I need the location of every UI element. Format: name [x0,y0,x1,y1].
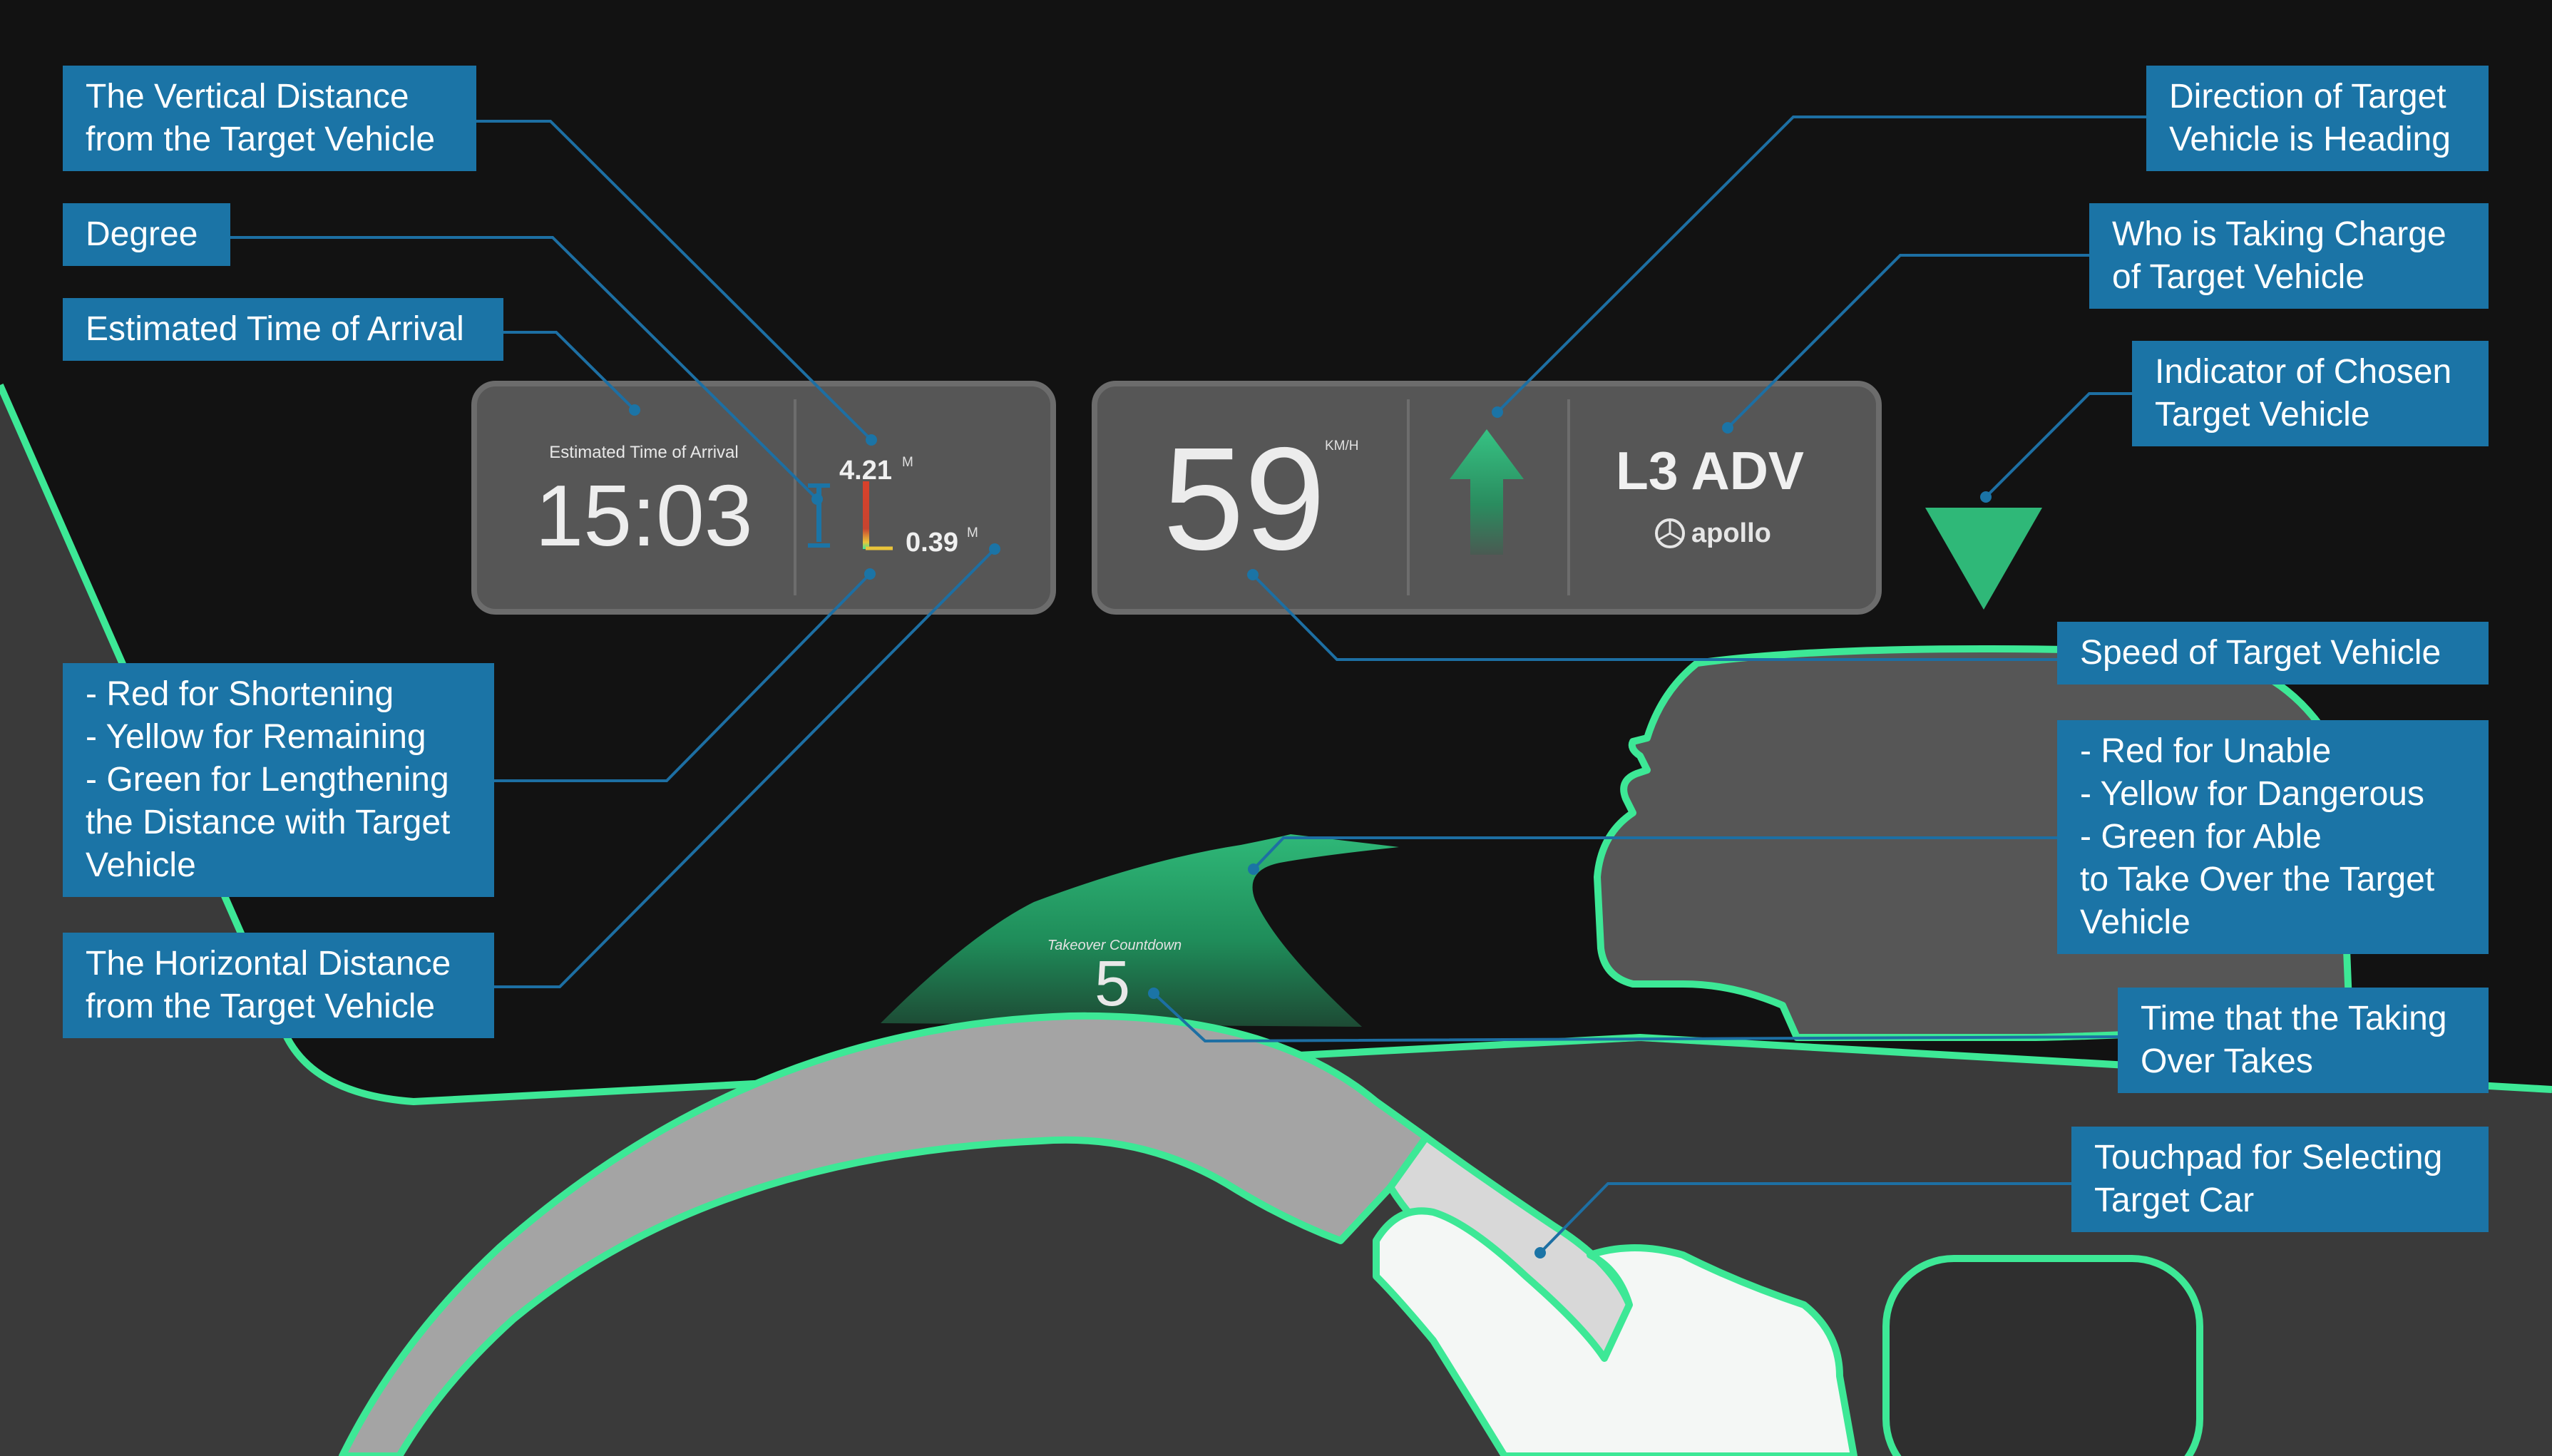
degree-bar [816,485,821,542]
label-vertical-distance: The Vertical Distance from the Target Ve… [63,66,476,171]
label-who-in-charge: Who is Taking Charge of Target Vehicle [2089,203,2489,309]
label-takeover-time: Time that the Taking Over Takes [2118,988,2489,1093]
speed-unit: KM/H [1325,439,1359,453]
label-takeover-colors: - Red for Unable - Yellow for Dangerous … [2057,720,2489,954]
vertical-distance-value: 4.21 [839,456,892,486]
dot-horizontal-distance [989,543,1000,555]
label-direction: Direction of Target Vehicle is Heading [2146,66,2489,171]
autonomy-level: L3 ADV [1616,441,1804,501]
dot-takeover-time [1148,988,1159,999]
distance-color-bar [863,481,869,549]
leader-indicator [1984,392,2132,498]
takeover-count: 5 [1095,948,1130,1020]
leader-direction [1496,116,2146,414]
label-speed: Speed of Target Vehicle [2057,622,2489,685]
vertical-distance-unit: M [902,455,913,470]
dot-direction [1492,406,1503,418]
dot-indicator [1980,491,1992,503]
takeover-road [881,834,1399,1027]
dot-degree [811,493,823,505]
label-eta: Estimated Time of Arrival [63,298,503,361]
dot-takeover-colors [1248,863,1259,875]
leader-horizontal-distance [493,548,996,988]
apollo-logo: apollo [1691,518,1771,548]
label-indicator: Indicator of Chosen Target Vehicle [2132,341,2489,446]
target-indicator-icon [1925,508,2042,610]
label-horizontal-distance: The Horizontal Distance from the Target … [63,933,494,1038]
horizontal-distance-unit: M [967,526,978,540]
dot-speed [1247,569,1259,580]
dashboard-display [1882,1255,2203,1456]
eta-caption: Estimated Time of Arrival [549,443,738,462]
label-touchpad: Touchpad for Selecting Target Car [2071,1127,2489,1232]
speed-value: 59 [1163,417,1326,580]
dot-vertical-distance [866,434,877,446]
dot-eta [629,404,640,416]
label-degree: Degree [63,203,230,266]
label-distance-colors: - Red for Shortening - Yellow for Remain… [63,663,494,897]
dot-touchpad [1534,1247,1546,1258]
horizontal-distance-value: 0.39 [906,528,958,558]
dot-distance-colors [864,568,876,580]
hud-right-panel: 59 KM/H L3 ADV apollo [1092,381,1882,615]
road-projection [881,834,1399,1027]
eta-time: 15:03 [535,467,752,564]
dot-who-in-charge [1722,422,1733,434]
